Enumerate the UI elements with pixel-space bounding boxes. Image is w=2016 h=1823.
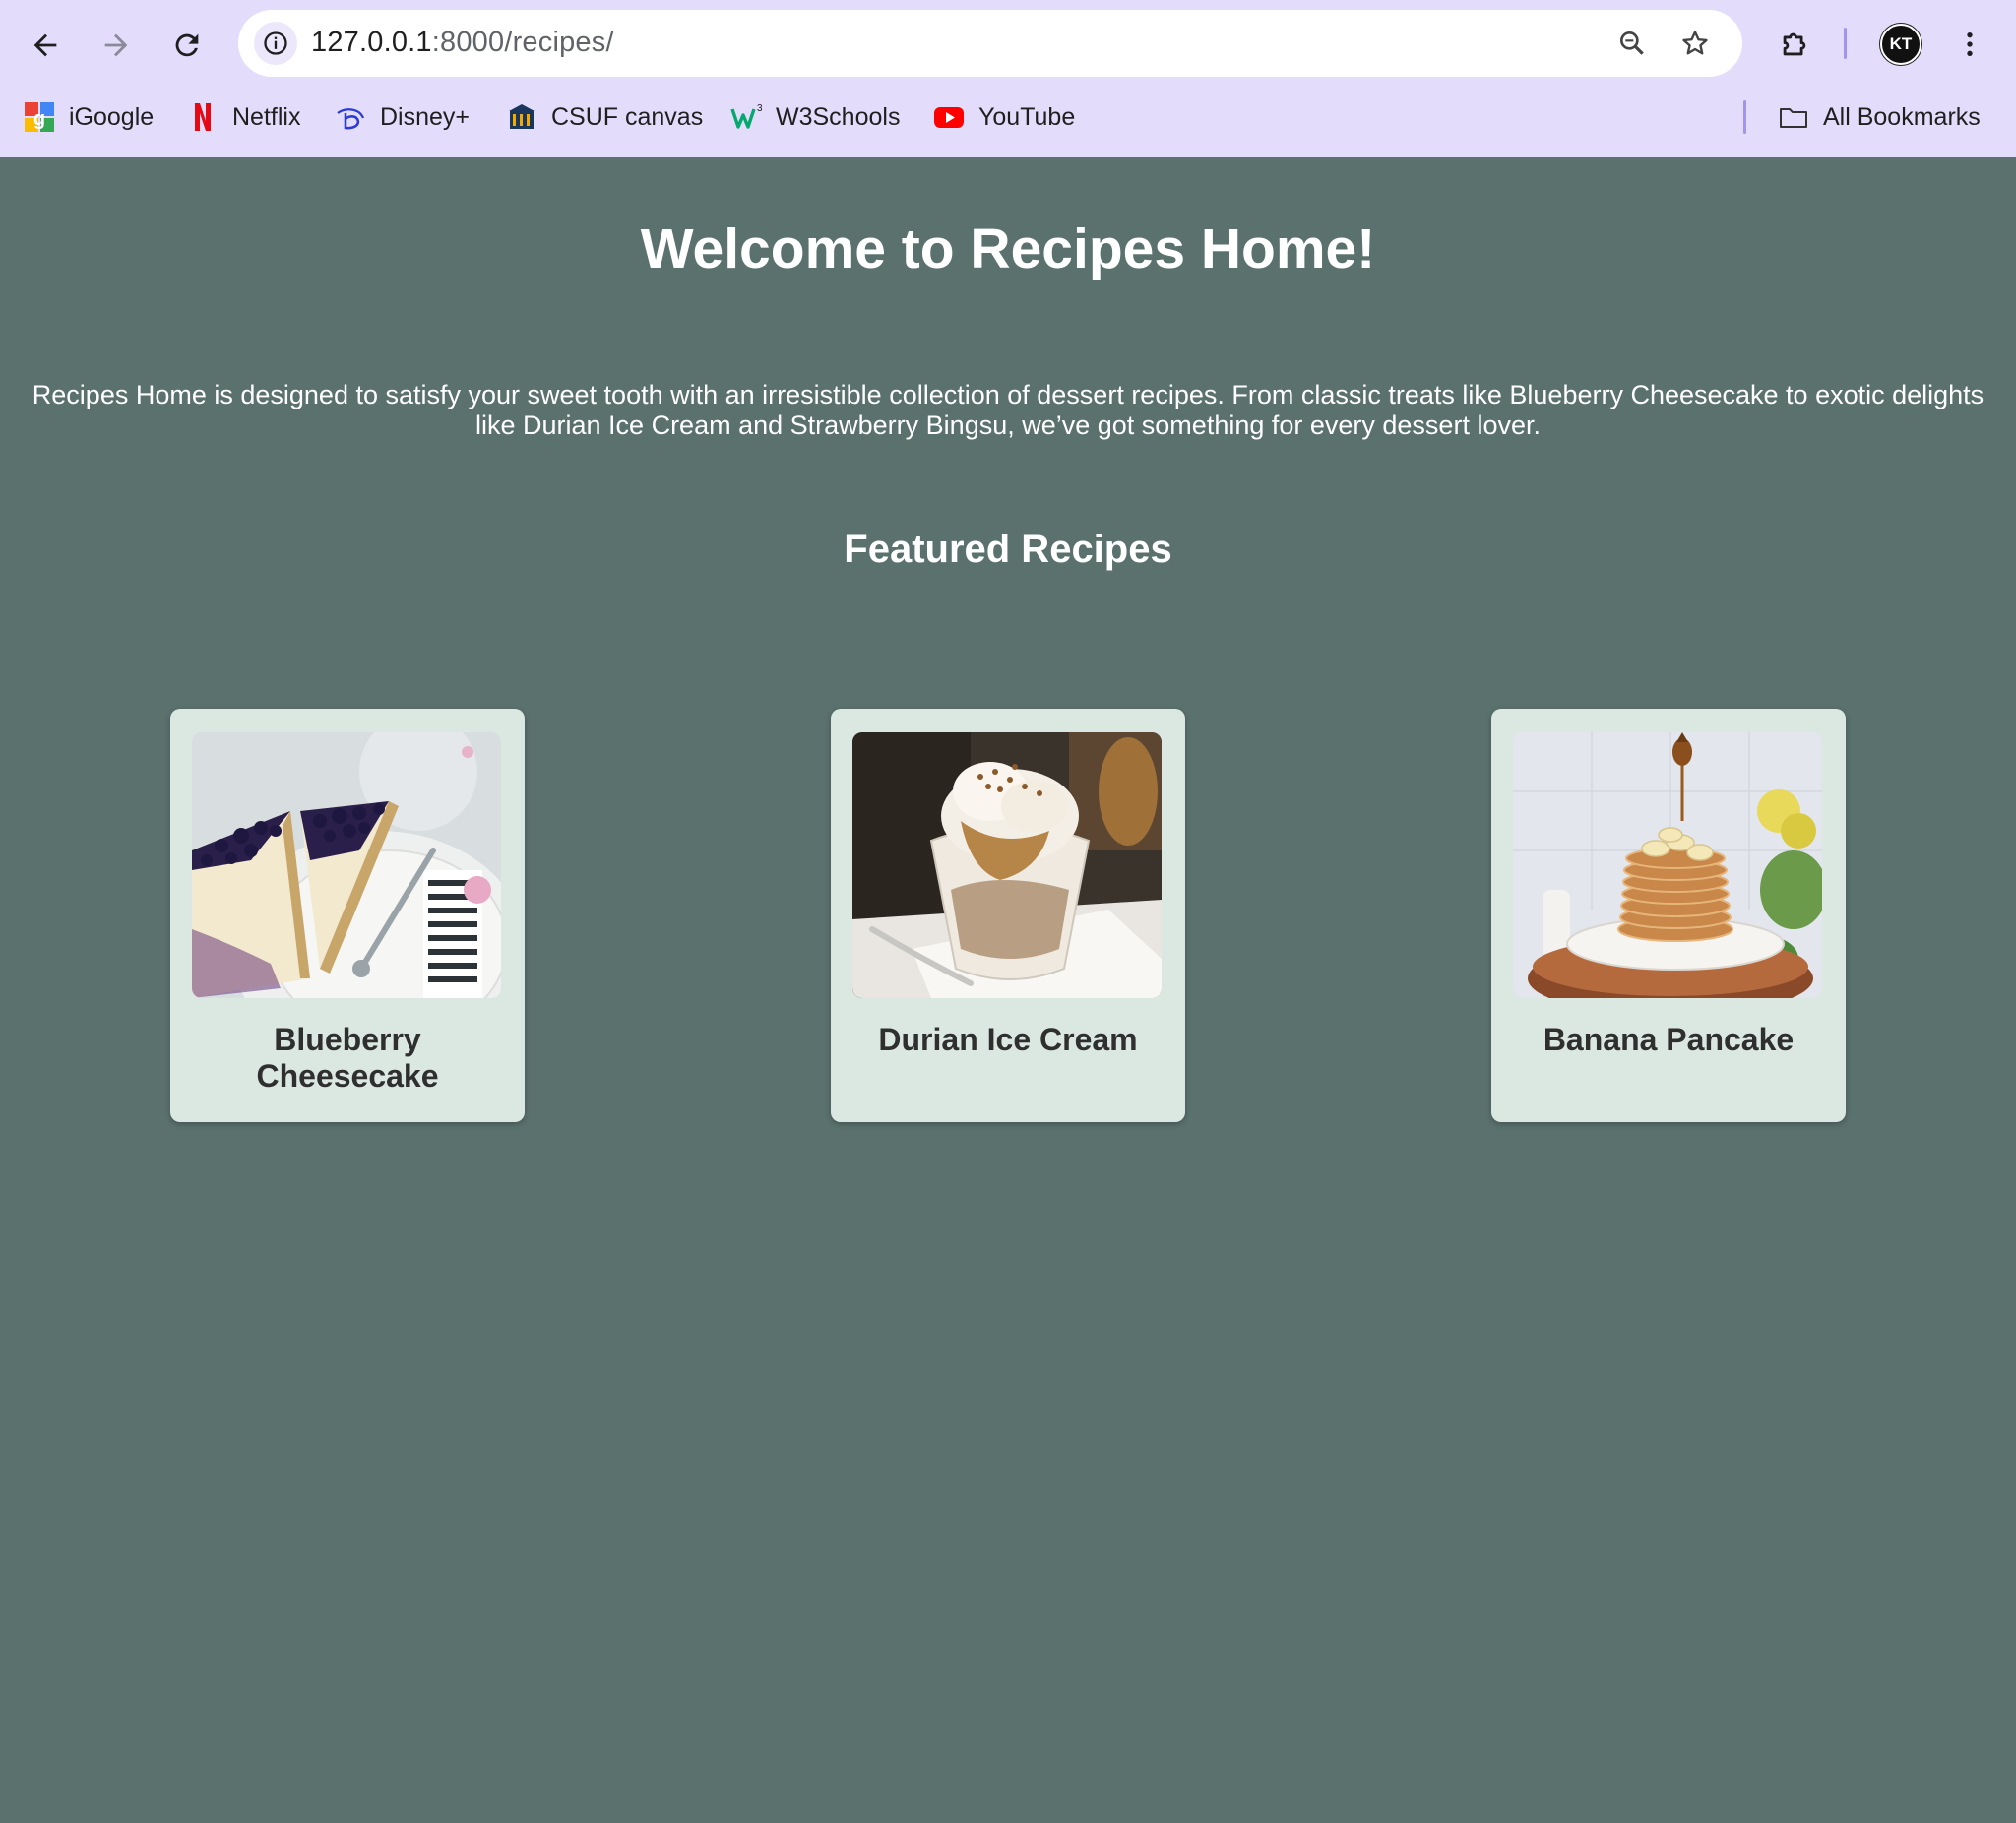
csuf-icon (506, 101, 537, 133)
bookmark-label: YouTube (978, 102, 1076, 131)
netflix-icon (187, 101, 219, 133)
recipe-title[interactable]: Banana Pancake (1501, 1022, 1836, 1058)
banana-pancake-photo[interactable] (1513, 732, 1822, 998)
bookmark-label: Disney+ (380, 102, 471, 131)
site-info-button[interactable] (254, 22, 297, 65)
bookmarks-bar: g iGoogle Netflix Disney+ CSUF canvas 3 (0, 94, 2016, 140)
info-icon (264, 31, 287, 55)
bookmark-label: CSUF canvas (551, 102, 704, 131)
address-bar[interactable]: 127.0.0.1:8000/recipes/ (238, 10, 1742, 77)
menu-button[interactable] (1945, 20, 1994, 69)
bookmark-label: Netflix (232, 102, 301, 131)
arrow-right-icon (104, 33, 128, 57)
recipe-card-blueberry-cheesecake[interactable]: Blueberry Cheesecake (170, 709, 525, 1122)
folder-icon (1778, 101, 1809, 133)
browser-chrome: 127.0.0.1:8000/recipes/ KT g iGoogle Net… (0, 0, 2016, 157)
url-host: 127.0.0.1 (311, 27, 432, 58)
bookmark-csuf[interactable]: CSUF canvas (506, 94, 703, 140)
reload-button[interactable] (161, 20, 213, 71)
w3schools-icon: 3 (730, 101, 762, 133)
recipe-title[interactable]: Blueberry Cheesecake (180, 1022, 515, 1095)
blueberry-cheesecake-photo[interactable] (192, 732, 501, 998)
url-text[interactable]: 127.0.0.1:8000/recipes/ (311, 27, 614, 59)
bookmark-label: W3Schools (776, 102, 901, 131)
extensions-button[interactable] (1770, 20, 1819, 69)
puzzle-icon (1783, 32, 1806, 56)
all-bookmarks-button[interactable]: All Bookmarks (1778, 94, 1981, 140)
recipe-card-durian-ice-cream[interactable]: Durian Ice Cream (831, 709, 1185, 1122)
bookmark-netflix[interactable]: Netflix (187, 94, 300, 140)
back-button[interactable] (20, 20, 71, 71)
bookmarks-divider (1743, 100, 1746, 134)
bookmark-star-button[interactable] (1675, 24, 1715, 63)
google-icon: g (24, 101, 55, 133)
svg-text:3: 3 (757, 103, 762, 114)
bookmark-label: iGoogle (69, 102, 155, 131)
more-vertical-icon (1967, 32, 1973, 56)
bookmark-youtube[interactable]: YouTube (933, 94, 1075, 140)
recipe-title[interactable]: Durian Ice Cream (841, 1022, 1175, 1058)
disney-icon (335, 101, 366, 133)
bookmark-w3schools[interactable]: 3 W3Schools (730, 94, 900, 140)
browser-toolbar: 127.0.0.1:8000/recipes/ KT (0, 0, 2016, 87)
reload-icon (175, 33, 199, 57)
arrow-left-icon (33, 33, 57, 57)
youtube-icon (933, 101, 965, 133)
featured-recipes-heading: Featured Recipes (844, 528, 1172, 571)
page-title: Welcome to Recipes Home! (640, 218, 1376, 281)
all-bookmarks-label: All Bookmarks (1823, 102, 1981, 131)
intro-paragraph: Recipes Home is designed to satisfy your… (32, 380, 1984, 440)
svg-text:g: g (33, 108, 45, 130)
zoom-button[interactable] (1612, 24, 1652, 63)
durian-ice-cream-photo[interactable] (852, 732, 1162, 998)
recipe-card-banana-pancake[interactable]: Banana Pancake (1491, 709, 1846, 1122)
page-content: Welcome to Recipes Home! Recipes Home is… (2, 157, 2014, 1823)
bookmark-igoogle[interactable]: g iGoogle (24, 94, 154, 140)
forward-button[interactable] (91, 20, 142, 71)
star-icon (1682, 31, 1708, 55)
bookmark-disney[interactable]: Disney+ (335, 94, 470, 140)
toolbar-divider (1844, 28, 1847, 59)
profile-avatar[interactable]: KT (1880, 24, 1922, 65)
magnifier-icon (1620, 31, 1644, 55)
url-path: :8000/recipes/ (431, 27, 614, 58)
